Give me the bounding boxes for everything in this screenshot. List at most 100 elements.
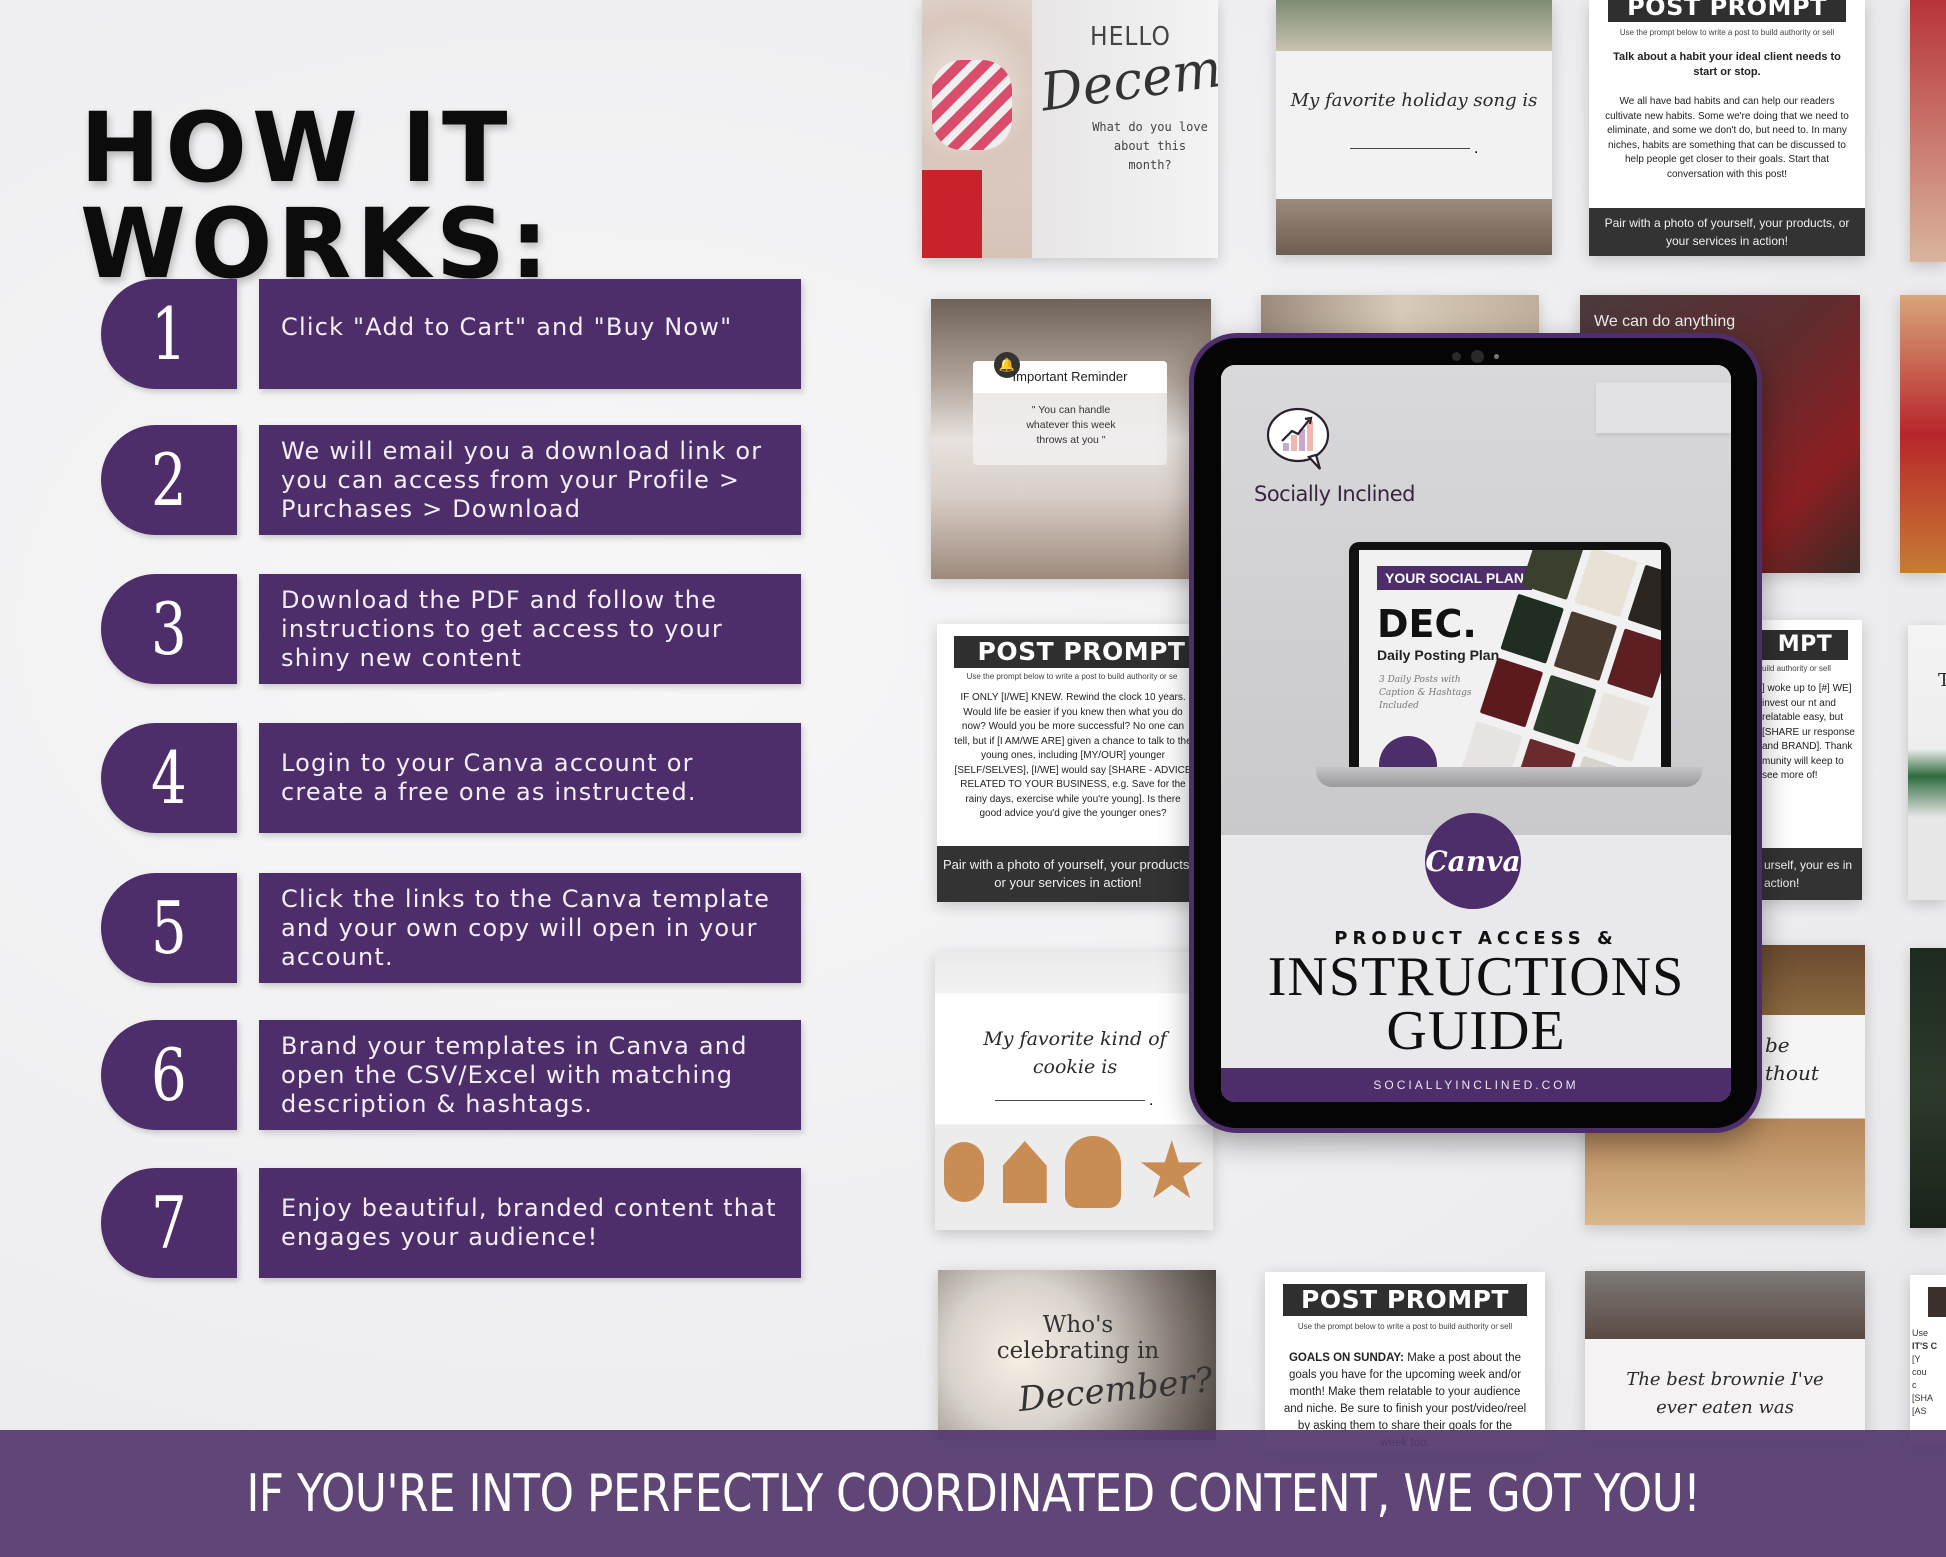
red-gift-image: [922, 170, 982, 258]
tablet-screen: Socially Inclined YOUR SOCIAL PLAN DEC. …: [1221, 365, 1731, 1102]
be-without-line2: thout: [1765, 1061, 1819, 1085]
step-text-box: Click the links to the Canva template an…: [259, 873, 801, 983]
step-3: 3 Download the PDF and follow the instruc…: [101, 574, 801, 684]
step-text-box: We will email you a download link or you…: [259, 425, 801, 535]
card-edge-photo-top: [1910, 0, 1946, 262]
card-holiday-song: My favorite holiday song is .: [1276, 0, 1552, 255]
reminder-quote: " You can handle whatever this week thro…: [1026, 404, 1116, 446]
step-number: 1: [151, 292, 187, 376]
post-prompt-title: POST PROMPT: [1608, 0, 1846, 22]
cookie-blank: .: [935, 1092, 1213, 1110]
step-text: Brand your templates in Canva and open t…: [281, 1031, 748, 1118]
partial-prompt-line: [Y: [1912, 1354, 1921, 1364]
card-partial-right-prompt: Use IT'S C [Y cou c [SHA [AS: [1910, 1275, 1946, 1445]
december-script: December?: [1016, 1359, 1215, 1421]
step-2: 2 We will email you a download link or yo…: [101, 425, 801, 535]
post-prompt-body: IF ONLY [I/WE] KNEW. Rewind the clock 10…: [954, 692, 1192, 819]
hello-december-question: What do you love about this month?: [1092, 120, 1208, 172]
holiday-song-text: My favorite holiday song is: [1290, 90, 1538, 111]
guide-title-line1: INSTRUCTIONS: [1267, 946, 1685, 1008]
partial-prompt-lines: Use IT'S C [Y cou c [SHA [AS: [1912, 1327, 1937, 1418]
chart-bubble-icon: [1266, 407, 1330, 470]
post-prompt-subtitle: uild authority or sell: [1762, 664, 1831, 673]
brand-name: Socially Inclined: [1254, 482, 1415, 506]
page-headline: HOW IT WORKS:: [80, 92, 554, 300]
post-prompt-footer: Pair with a photo of yourself, your prod…: [1589, 208, 1865, 256]
step-7: 7 Enjoy beautiful, branded content that e…: [101, 1168, 801, 1278]
step-number-tab: 7: [101, 1168, 237, 1278]
step-text: Login to your Canva account or create a …: [281, 749, 697, 806]
step-text: Click the links to the Canva template an…: [281, 884, 771, 971]
card-gift-partial: T: [1908, 625, 1946, 900]
step-text-box: Click "Add to Cart" and "Buy Now": [259, 279, 801, 389]
bottom-banner: IF YOU'RE INTO PERFECTLY COORDINATED CON…: [0, 1430, 1946, 1557]
guide-title: INSTRUCTIONS GUIDE: [1221, 946, 1731, 1062]
step-text-box: Brand your templates in Canva and open t…: [259, 1020, 801, 1130]
card-whos-celebrating: Who's celebrating in December?: [938, 1270, 1216, 1440]
card-post-prompt-habit: POST PROMPT Use the prompt below to writ…: [1589, 0, 1865, 256]
prompt-title-block: [1928, 1287, 1946, 1317]
card-post-prompt-if-only: POST PROMPT Use the prompt below to writ…: [937, 624, 1199, 902]
reminder-title: Important Reminder: [1012, 369, 1128, 384]
partial-prompt-line: Use: [1912, 1328, 1929, 1338]
partial-prompt-line: c: [1912, 1380, 1917, 1390]
plan-title: DEC.: [1377, 602, 1477, 646]
website-footer: SOCIALLYINCLINED.COM: [1221, 1068, 1731, 1102]
step-text: Click "Add to Cart" and "Buy Now": [281, 313, 733, 341]
post-prompt-footer: urself, your es in action!: [1762, 848, 1862, 900]
partial-prompt-line: [SHA: [1912, 1393, 1934, 1403]
step-number-tab: 3: [101, 574, 237, 684]
post-prompt-title: POST PROMPT: [1283, 1284, 1527, 1316]
card-important-reminder: 🔔 Important Reminder " You can handle wh…: [931, 299, 1211, 579]
step-text: We will email you a download link or you…: [281, 436, 763, 523]
brand-logo: Socially Inclined: [1254, 403, 1424, 506]
card-post-prompt-partial: MPT uild authority or sell ] woke up to …: [1762, 620, 1862, 900]
canva-logo: Canva: [1425, 813, 1521, 909]
step-number: 2: [151, 438, 187, 522]
we-can-do-anything-text: We can do anything: [1594, 313, 1736, 330]
step-text-box: Download the PDF and follow the instruct…: [259, 574, 801, 684]
guide-title-line2: GUIDE: [1386, 1000, 1566, 1062]
brownie-text: The best brownie I've ever eaten was: [1626, 1369, 1824, 1418]
laptop-screen: YOUR SOCIAL PLAN DEC. Daily Posting Plan…: [1359, 550, 1661, 767]
step-6: 6 Brand your templates in Canva and open …: [101, 1020, 801, 1130]
post-prompt-body: We all have bad habits and can help our …: [1605, 96, 1849, 180]
holiday-song-blank: .: [1276, 140, 1552, 158]
mini-canva-badge: [1379, 736, 1437, 767]
step-number: 5: [151, 886, 187, 970]
step-1: 1 Click "Add to Cart" and "Buy Now": [101, 279, 801, 389]
tablet-device: Socially Inclined YOUR SOCIAL PLAN DEC. …: [1189, 333, 1762, 1133]
post-prompt-footer: Pair with a photo of yourself, your prod…: [937, 846, 1199, 902]
step-number-tab: 6: [101, 1020, 237, 1130]
step-number-tab: 1: [101, 279, 237, 389]
plan-tag: YOUR SOCIAL PLAN: [1377, 566, 1532, 590]
post-prompt-subtitle: Use the prompt below to write a post to …: [1619, 28, 1835, 37]
step-text-box: Enjoy beautiful, branded content that en…: [259, 1168, 801, 1278]
partial-letter: T: [1938, 670, 1946, 691]
step-number-tab: 2: [101, 425, 237, 535]
whos-celebrating-text: Who's celebrating in: [996, 1312, 1160, 1364]
step-text-box: Login to your Canva account or create a …: [259, 723, 801, 833]
post-prompt-subtitle: Use the prompt below to write a post to …: [1297, 1322, 1513, 1331]
post-prompt-title: POST PROMPT: [954, 636, 1199, 668]
post-prompt-heading: Talk about a habit your ideal client nee…: [1613, 51, 1841, 78]
plan-details: 3 Daily Posts with Caption & Hashtags In…: [1379, 675, 1472, 711]
step-number-tab: 4: [101, 723, 237, 833]
card-cookie: My favorite kind of cookie is .: [935, 952, 1213, 1230]
step-5: 5 Click the links to the Canva template a…: [101, 873, 801, 983]
post-prompt-lead: GOALS ON SUNDAY:: [1288, 1352, 1404, 1364]
screen-photo: Socially Inclined YOUR SOCIAL PLAN DEC. …: [1221, 365, 1731, 835]
red-scarf: [932, 60, 1012, 150]
step-number: 3: [151, 587, 187, 671]
post-prompt-body: ] woke up to [#] WE] invest our nt and r…: [1762, 683, 1855, 781]
card-brownie: The best brownie I've ever eaten was: [1585, 1271, 1865, 1441]
plan-subtitle: Daily Posting Plan: [1377, 647, 1500, 663]
post-prompt-subtitle: Use the prompt below to write a post to …: [966, 672, 1178, 681]
step-text: Download the PDF and follow the instruct…: [281, 585, 723, 672]
laptop-mockup: YOUR SOCIAL PLAN DEC. Daily Posting Plan…: [1349, 542, 1671, 767]
step-text: Enjoy beautiful, branded content that en…: [281, 1194, 777, 1251]
card-dark-tree: [1910, 948, 1946, 1228]
banner-text: IF YOU'RE INTO PERFECTLY COORDINATED CON…: [246, 1463, 1700, 1524]
step-number: 7: [151, 1181, 187, 1265]
partial-prompt-line: cou: [1912, 1367, 1927, 1377]
